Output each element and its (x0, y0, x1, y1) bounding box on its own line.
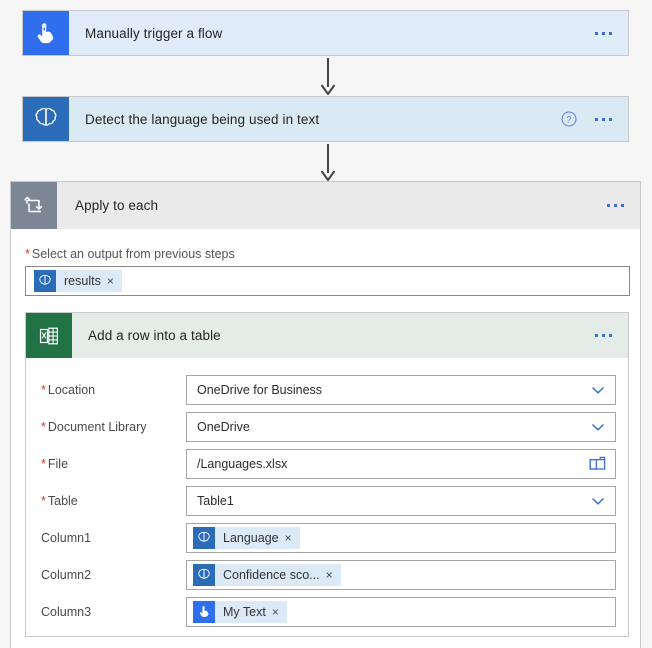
apply-to-each-header-body: Apply to each (57, 182, 640, 229)
token-remove-icon[interactable]: × (107, 275, 122, 287)
action-card-detect-language[interactable]: Detect the language being used in text ? (22, 96, 629, 142)
token-results[interactable]: results × (34, 270, 122, 292)
token-confidence-score[interactable]: Confidence sco... × (193, 563, 341, 586)
token-label: results (64, 274, 101, 288)
brain-icon (23, 97, 69, 141)
select-output-label-text: Select an output from previous steps (31, 247, 235, 261)
connector-arrow-2 (320, 144, 336, 181)
table-dropdown[interactable]: Table1 (186, 485, 616, 516)
apply-to-each-header[interactable]: Apply to each (11, 182, 640, 229)
detect-title: Detect the language being used in text (85, 111, 320, 127)
connector-arrow-1 (320, 58, 336, 95)
loop-icon (11, 182, 57, 229)
trigger-card-manual[interactable]: Manually trigger a flow (22, 10, 629, 56)
excel-card-header[interactable]: X Add a row into a table (26, 313, 628, 358)
required-marker: * (41, 419, 46, 434)
token-remove-icon[interactable]: × (326, 569, 341, 581)
trigger-more-options-button[interactable] (591, 26, 616, 41)
svg-text:?: ? (566, 115, 571, 125)
token-remove-icon[interactable]: × (285, 532, 300, 544)
brain-icon (193, 526, 215, 549)
column1-input[interactable]: Language × (186, 522, 616, 553)
token-remove-icon[interactable]: × (272, 606, 287, 618)
form-row-location: * Location OneDrive for Business (26, 371, 628, 408)
token-label: Language (223, 530, 279, 545)
excel-card-title: Add a row into a table (88, 328, 221, 343)
apply-to-each-more-options-button[interactable] (603, 198, 628, 213)
select-output-label: * Select an output from previous steps (25, 247, 628, 261)
tap-hand-icon (23, 11, 69, 55)
location-dropdown[interactable]: OneDrive for Business (186, 374, 616, 405)
table-value: Table1 (197, 493, 234, 508)
required-marker: * (25, 247, 30, 261)
label-location-text: Location (47, 382, 96, 397)
token-label: Confidence sco... (223, 567, 320, 582)
form-row-file: * File /Languages.xlsx (26, 445, 628, 482)
chevron-down-icon[interactable] (589, 381, 607, 399)
document-library-dropdown[interactable]: OneDrive (186, 411, 616, 442)
required-marker: * (41, 456, 46, 471)
label-document-library-text: Document Library (47, 419, 147, 434)
label-table-text: Table (47, 493, 78, 508)
apply-to-each-content: * Select an output from previous steps re… (11, 229, 640, 296)
form-row-column3: Column3 My Text × (26, 593, 628, 630)
action-card-add-row-into-table[interactable]: X Add a row into a table * Location OneDr… (25, 312, 629, 637)
chevron-down-icon[interactable] (589, 418, 607, 436)
label-column1: Column1 (41, 530, 92, 545)
excel-card-header-body: Add a row into a table (72, 313, 628, 358)
excel-more-options-button[interactable] (591, 328, 616, 343)
svg-text:X: X (41, 331, 47, 340)
form-row-document-library: * Document Library OneDrive (26, 408, 628, 445)
document-library-value: OneDrive (197, 419, 250, 434)
label-file-text: File (47, 456, 69, 471)
trigger-card-body: Manually trigger a flow (69, 11, 628, 55)
apply-to-each-title: Apply to each (75, 198, 159, 213)
excel-icon: X (26, 313, 72, 358)
column3-input[interactable]: My Text × (186, 596, 616, 627)
required-marker: * (41, 493, 46, 508)
detect-card-body: Detect the language being used in text ? (69, 97, 628, 141)
label-column3: Column3 (41, 604, 92, 619)
token-language[interactable]: Language × (193, 526, 300, 549)
token-label: My Text (223, 604, 266, 619)
trigger-title: Manually trigger a flow (85, 25, 223, 41)
brain-icon (34, 270, 56, 292)
brain-icon (193, 563, 215, 586)
form-row-column2: Column2 Confidence sco... × (26, 556, 628, 593)
token-my-text[interactable]: My Text × (193, 600, 287, 623)
chevron-down-icon[interactable] (589, 492, 607, 510)
location-value: OneDrive for Business (197, 382, 323, 397)
help-icon[interactable]: ? (561, 111, 577, 127)
select-output-input[interactable]: results × (25, 266, 630, 296)
file-value: /Languages.xlsx (197, 456, 288, 471)
excel-form: * Location OneDrive for Business * Documen… (26, 358, 628, 630)
label-document-library: * Document Library (41, 420, 186, 434)
label-column2: Column2 (41, 567, 92, 582)
form-row-column1: Column1 Language × (26, 519, 628, 556)
tap-hand-icon (193, 600, 215, 623)
folder-picker-icon[interactable] (589, 456, 607, 472)
file-input[interactable]: /Languages.xlsx (186, 448, 616, 479)
label-location: * Location (41, 383, 186, 397)
form-row-table: * Table Table1 (26, 482, 628, 519)
required-marker: * (41, 382, 46, 397)
detect-more-options-button[interactable] (591, 112, 616, 127)
column2-input[interactable]: Confidence sco... × (186, 559, 616, 590)
label-table: * Table (41, 494, 186, 508)
label-file: * File (41, 457, 186, 471)
